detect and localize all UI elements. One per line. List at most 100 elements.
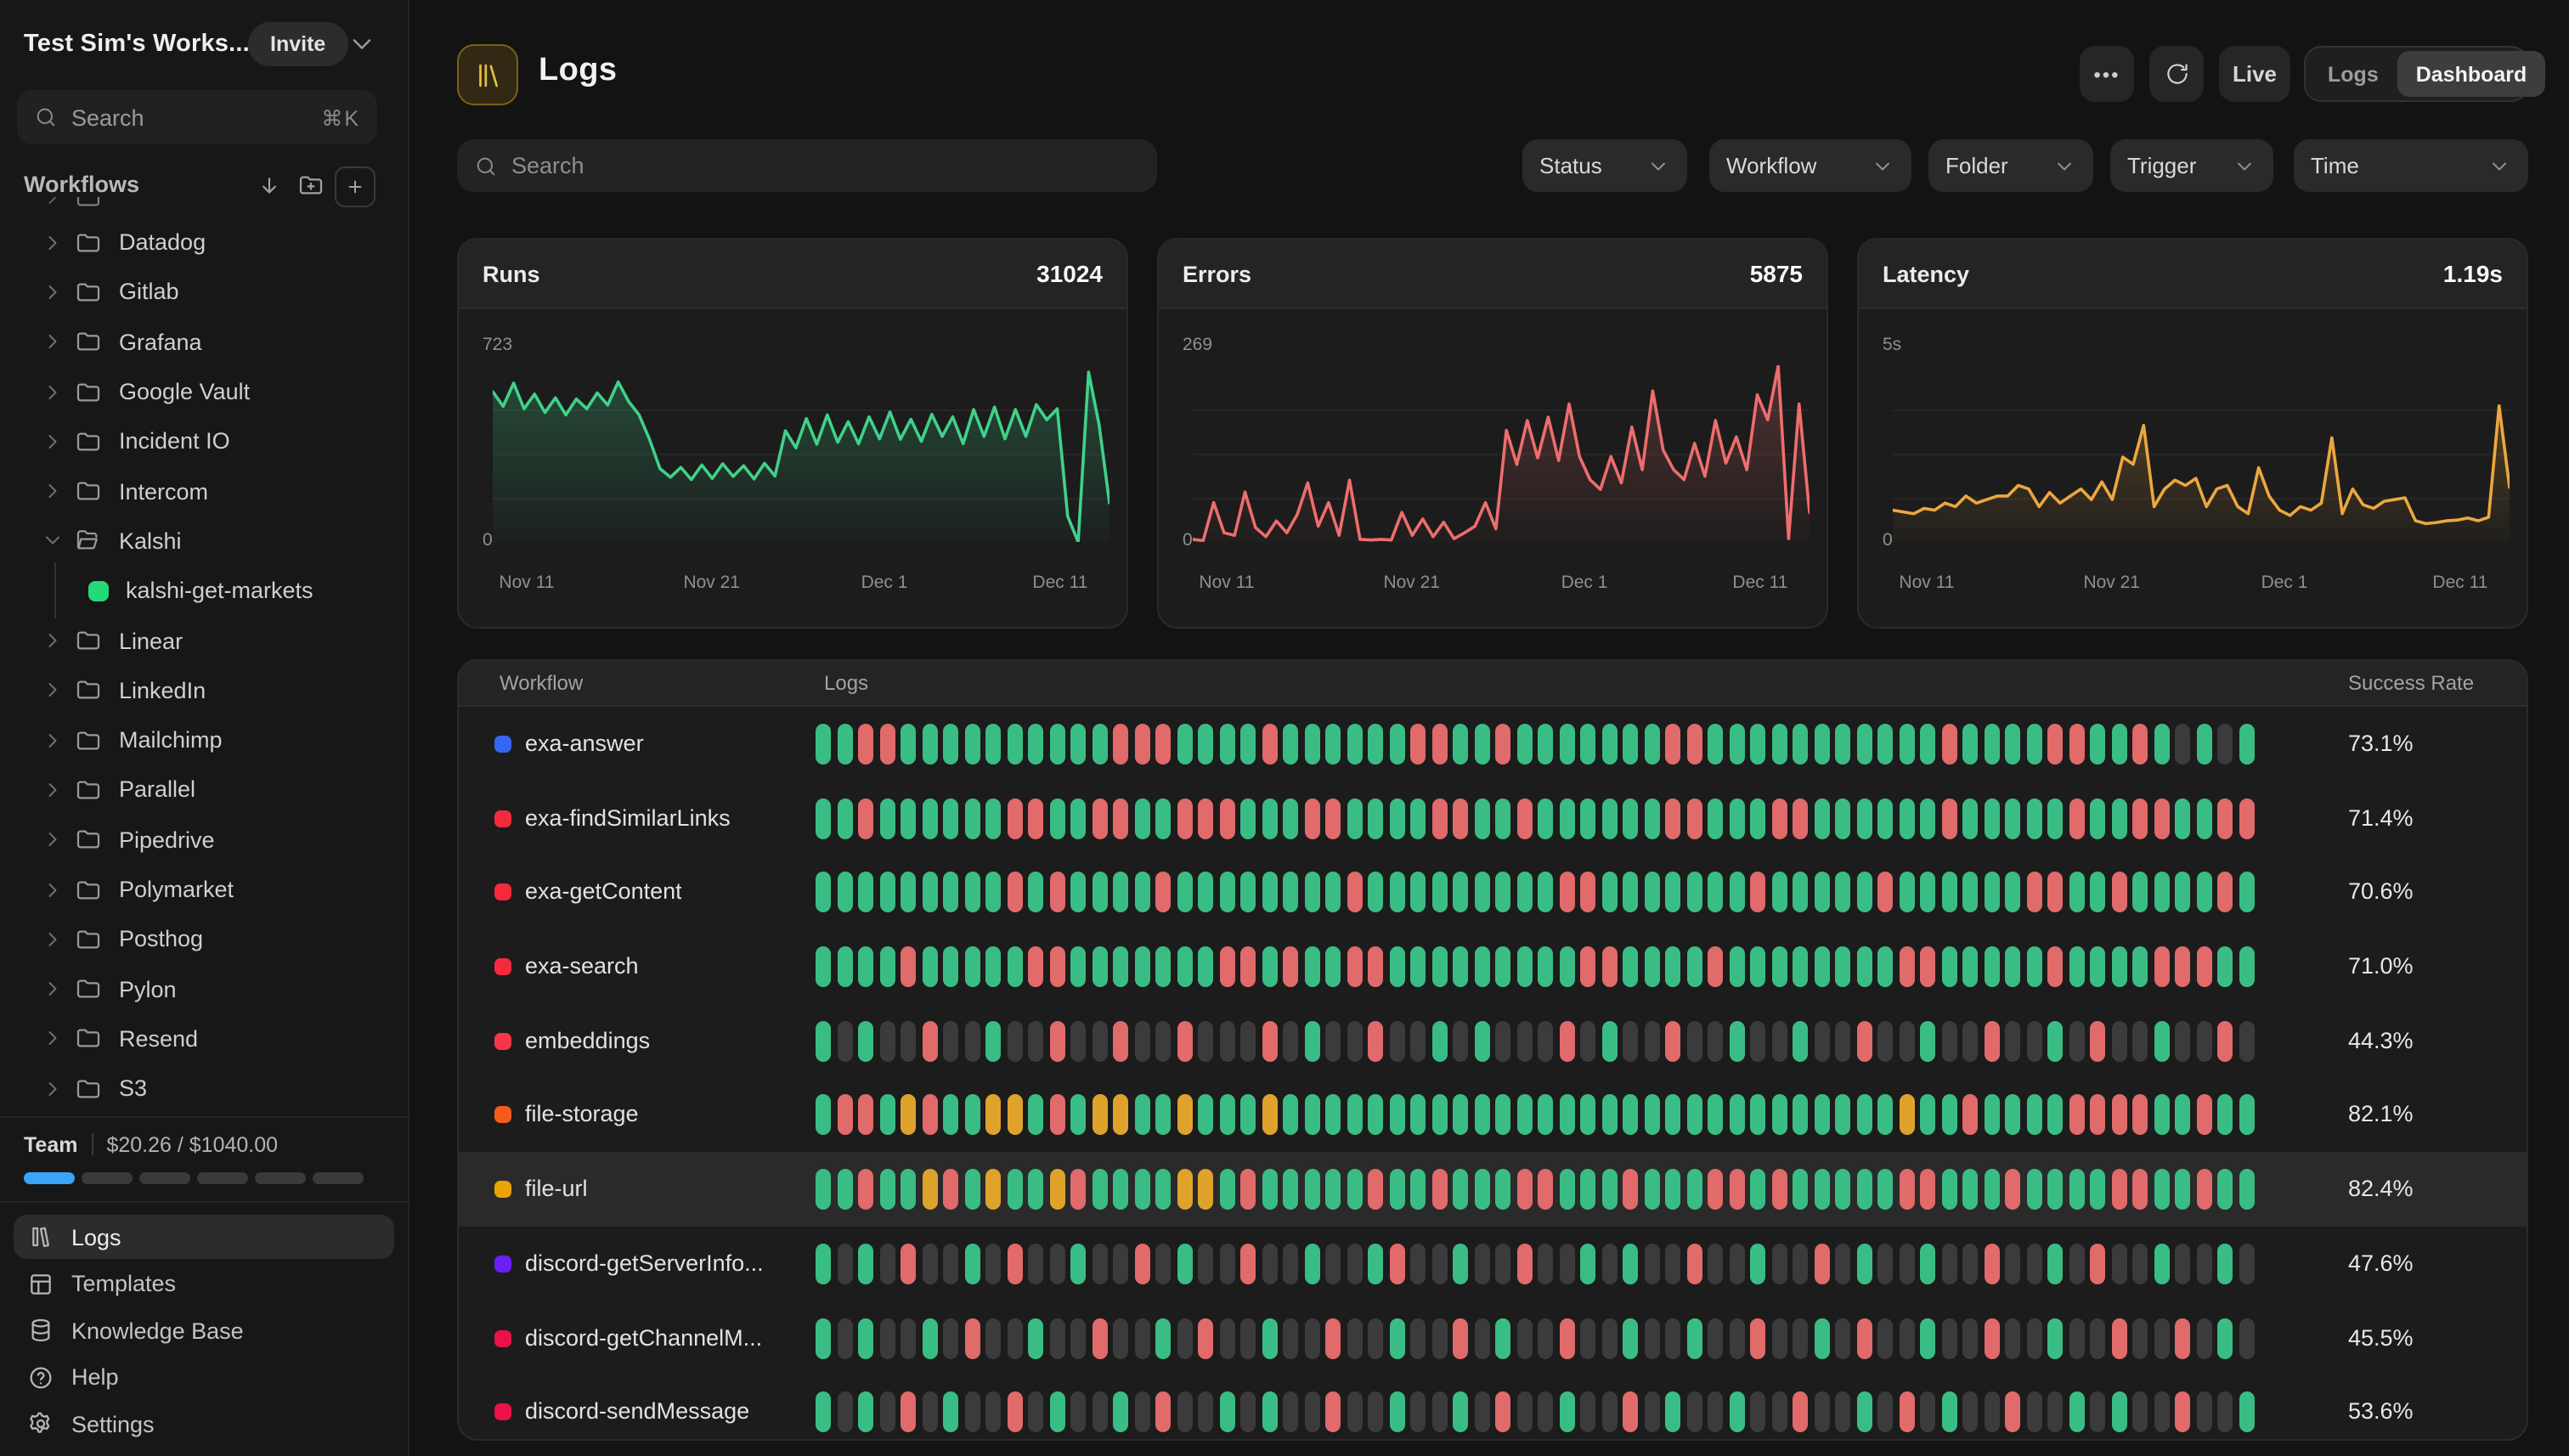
log-bar-success[interactable] xyxy=(2047,1244,2063,1284)
log-bar-success[interactable] xyxy=(2047,1318,2063,1358)
folder-item-linkedin[interactable]: LinkedIn xyxy=(0,665,408,715)
log-bar-empty[interactable] xyxy=(964,1391,980,1432)
log-bar-success[interactable] xyxy=(964,872,980,913)
log-bar-success[interactable] xyxy=(1240,872,1256,913)
log-bar-success[interactable] xyxy=(1920,1021,1935,1062)
log-bar-error[interactable] xyxy=(1877,872,1893,913)
log-bar-empty[interactable] xyxy=(1219,1244,1234,1284)
log-bar-success[interactable] xyxy=(2090,724,2105,765)
log-bar-success[interactable] xyxy=(1962,724,1978,765)
log-bar-success[interactable] xyxy=(1601,872,1617,913)
log-bar-empty[interactable] xyxy=(1580,1391,1595,1432)
table-row-embeddings[interactable]: embeddings44.3% xyxy=(459,1004,2527,1078)
log-bar-empty[interactable] xyxy=(1283,1021,1298,1062)
filter-folder[interactable]: Folder xyxy=(1928,139,2093,192)
log-bar-success[interactable] xyxy=(1474,1169,1489,1210)
log-bar-success[interactable] xyxy=(1538,798,1553,838)
log-bar-empty[interactable] xyxy=(1028,1021,1043,1062)
log-bar-success[interactable] xyxy=(1920,798,1935,838)
log-bar-success[interactable] xyxy=(1410,1169,1426,1210)
log-bar-success[interactable] xyxy=(1516,872,1532,913)
log-bar-success[interactable] xyxy=(922,872,937,913)
log-bar-empty[interactable] xyxy=(879,1318,895,1358)
log-bar-success[interactable] xyxy=(1899,798,1914,838)
folder-item-kalshi[interactable]: Kalshi xyxy=(0,516,408,567)
log-bar-success[interactable] xyxy=(1028,724,1043,765)
log-bar-success[interactable] xyxy=(1134,872,1149,913)
log-bar-success[interactable] xyxy=(1070,946,1086,987)
log-bar-success[interactable] xyxy=(1877,1169,1893,1210)
log-bar-empty[interactable] xyxy=(879,1021,895,1062)
log-bar-error[interactable] xyxy=(1092,1318,1107,1358)
log-bar-success[interactable] xyxy=(1580,1244,1595,1284)
log-bar-success[interactable] xyxy=(1708,724,1723,765)
log-bar-success[interactable] xyxy=(1304,1244,1319,1284)
log-bar-error[interactable] xyxy=(1219,798,1234,838)
log-bar-success[interactable] xyxy=(1283,872,1298,913)
log-bar-success[interactable] xyxy=(1495,1318,1510,1358)
log-bar-success[interactable] xyxy=(1835,724,1850,765)
log-bar-empty[interactable] xyxy=(2239,1021,2254,1062)
log-bar-error[interactable] xyxy=(1686,724,1702,765)
log-bar-error[interactable] xyxy=(1155,1391,1171,1432)
log-bar-success[interactable] xyxy=(1134,1169,1149,1210)
log-bar-success[interactable] xyxy=(1644,1095,1659,1136)
log-bar-error[interactable] xyxy=(1431,798,1447,838)
log-bar-success[interactable] xyxy=(2090,1169,2105,1210)
log-bar-success[interactable] xyxy=(2090,798,2105,838)
log-bar-error[interactable] xyxy=(1431,724,1447,765)
log-bar-empty[interactable] xyxy=(985,1318,1001,1358)
log-bar-warning[interactable] xyxy=(1262,1095,1277,1136)
log-bar-empty[interactable] xyxy=(1007,1318,1022,1358)
workflow-item-kalshi-get-markets[interactable]: kalshi-get-markets xyxy=(0,566,408,616)
log-bar-success[interactable] xyxy=(1028,872,1043,913)
log-bar-success[interactable] xyxy=(2196,872,2211,913)
log-bar-success[interactable] xyxy=(1793,872,1808,913)
log-bar-success[interactable] xyxy=(1262,1391,1277,1432)
log-bar-error[interactable] xyxy=(1771,1169,1787,1210)
log-bar-warning[interactable] xyxy=(1092,1095,1107,1136)
log-bar-success[interactable] xyxy=(1304,1021,1319,1062)
log-bar-success[interactable] xyxy=(964,798,980,838)
filter-trigger[interactable]: Trigger xyxy=(2110,139,2273,192)
log-bar-success[interactable] xyxy=(2154,1169,2169,1210)
log-bar-success[interactable] xyxy=(837,946,852,987)
log-bar-success[interactable] xyxy=(2217,1244,2233,1284)
log-bar-error[interactable] xyxy=(1368,1021,1383,1062)
log-bar-success[interactable] xyxy=(1219,724,1234,765)
log-bar-empty[interactable] xyxy=(1347,1021,1362,1062)
log-bar-success[interactable] xyxy=(2175,798,2190,838)
log-bar-empty[interactable] xyxy=(1750,1391,1765,1432)
log-bar-empty[interactable] xyxy=(1750,1021,1765,1062)
log-bar-success[interactable] xyxy=(1623,946,1638,987)
log-bar-success[interactable] xyxy=(1283,1095,1298,1136)
log-bar-success[interactable] xyxy=(1516,946,1532,987)
log-bar-empty[interactable] xyxy=(1644,1244,1659,1284)
log-bar-success[interactable] xyxy=(1580,724,1595,765)
log-bar-success[interactable] xyxy=(1198,724,1213,765)
log-bar-empty[interactable] xyxy=(837,1244,852,1284)
table-row-exa-answer[interactable]: exa-answer73.1% xyxy=(459,707,2527,781)
log-bar-success[interactable] xyxy=(1750,1169,1765,1210)
log-bar-success[interactable] xyxy=(1368,1244,1383,1284)
log-bar-success[interactable] xyxy=(1240,1095,1256,1136)
folder-item-intercom[interactable]: Intercom xyxy=(0,466,408,516)
tab-logs[interactable]: Logs xyxy=(2309,51,2397,97)
log-bar-success[interactable] xyxy=(1793,1169,1808,1210)
log-bar-empty[interactable] xyxy=(943,1318,958,1358)
log-bar-success[interactable] xyxy=(1559,1391,1574,1432)
log-bar-empty[interactable] xyxy=(1771,1391,1787,1432)
log-bar-empty[interactable] xyxy=(1304,1391,1319,1432)
log-bar-success[interactable] xyxy=(1347,1169,1362,1210)
log-bar-empty[interactable] xyxy=(1410,1244,1426,1284)
log-bar-empty[interactable] xyxy=(1389,1021,1404,1062)
log-bar-empty[interactable] xyxy=(1368,1391,1383,1432)
log-bar-warning[interactable] xyxy=(901,1095,916,1136)
log-bar-error[interactable] xyxy=(2047,724,2063,765)
log-bar-success[interactable] xyxy=(1495,798,1510,838)
log-bar-success[interactable] xyxy=(1389,1318,1404,1358)
log-bar-error[interactable] xyxy=(2132,798,2148,838)
log-bar-empty[interactable] xyxy=(1729,1318,1744,1358)
log-bar-success[interactable] xyxy=(1729,798,1744,838)
log-bar-empty[interactable] xyxy=(837,1021,852,1062)
